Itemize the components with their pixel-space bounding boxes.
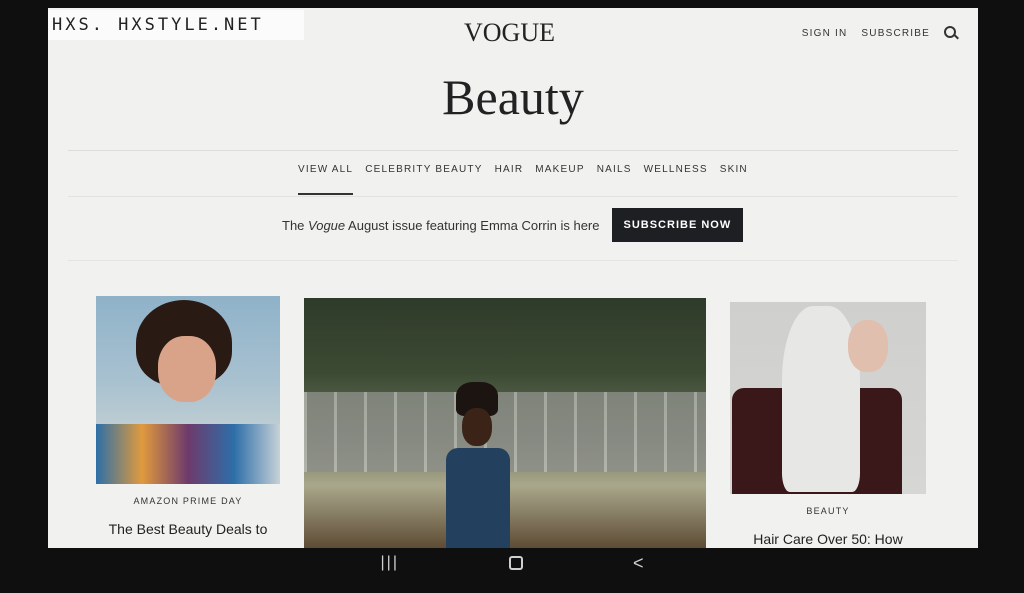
category-nav: VIEW ALL CELEBRITY BEAUTY HAIR MAKEUP NA… [298,164,748,195]
article-image-left[interactable] [96,296,280,484]
portrait-face-right [848,320,888,372]
nav-wellness[interactable]: WELLNESS [644,164,708,181]
vogue-logo[interactable]: VOGUE [464,18,555,48]
promo-banner: The Vogue August issue featuring Emma Co… [282,208,744,242]
article-card-center[interactable] [304,298,706,548]
portrait-person [444,382,512,548]
watermark-text: HXS. HXSTYLE.NET [52,15,264,35]
article-kicker-left[interactable]: AMAZON PRIME DAY [96,496,280,506]
nav-celebrity-beauty[interactable]: CELEBRITY BEAUTY [365,164,482,181]
nav-view-all[interactable]: VIEW ALL [298,164,354,195]
promo-text-suffix: August issue featuring Emma Corrin is he… [348,217,600,233]
portrait-shirt [96,424,280,484]
nav-makeup[interactable]: MAKEUP [535,164,584,181]
system-navigation-bar: ||| < [0,548,1024,578]
article-image-center[interactable] [304,298,706,548]
page-title: Beauty [442,69,584,125]
article-card-left[interactable]: AMAZON PRIME DAY The Best Beauty Deals t… [96,296,280,538]
portrait-dress [446,448,510,548]
portrait-head [462,408,492,446]
portrait-face [158,336,216,402]
article-image-right[interactable] [730,302,926,494]
article-kicker-right[interactable]: BEAUTY [730,506,926,516]
article-headline-left[interactable]: The Best Beauty Deals to [96,520,280,538]
search-icon[interactable] [944,26,958,40]
promo-text-prefix: The [282,217,305,233]
promo-text-italic: Vogue [308,217,346,233]
subscribe-link[interactable]: SUBSCRIBE [861,28,930,39]
nav-nails[interactable]: NAILS [597,164,632,181]
nav-divider-bottom [68,196,958,197]
nav-divider-top [68,150,958,151]
promo-divider [68,260,958,261]
article-headline-right[interactable]: Hair Care Over 50: How [730,530,926,548]
sign-in-link[interactable]: SIGN IN [802,28,848,39]
recent-apps-icon[interactable]: ||| [381,554,399,572]
nav-skin[interactable]: SKIN [720,164,748,181]
nav-hair[interactable]: HAIR [495,164,524,181]
watermark: HXS. HXSTYLE.NET [48,10,304,40]
article-card-right[interactable]: BEAUTY Hair Care Over 50: How [730,302,926,548]
subscribe-now-button[interactable]: SUBSCRIBE NOW [611,208,744,242]
promo-text: The Vogue August issue featuring Emma Co… [282,218,600,233]
home-icon[interactable] [508,556,523,570]
header-actions: SIGN IN SUBSCRIBE [802,26,958,40]
browser-screen: VOGUE SIGN IN SUBSCRIBE Beauty VIEW ALL … [48,8,978,548]
back-icon[interactable]: < [633,553,644,574]
